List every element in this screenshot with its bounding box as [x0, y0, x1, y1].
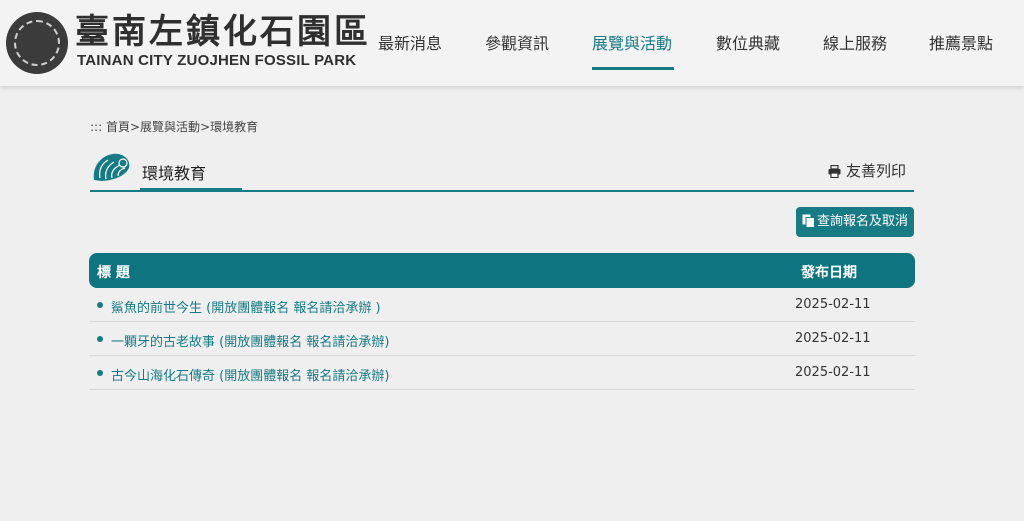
site-header: 臺南左鎮化石園區 TAINAN CITY ZUOJHEN FOSSIL PARK…	[0, 0, 1024, 86]
table-header: 標 題 發布日期	[89, 253, 915, 288]
row-title-link[interactable]: 一顆牙的古老故事 (開放團體報名 報名請洽承辦)	[111, 331, 389, 350]
bullet-icon	[97, 302, 103, 308]
copy-icon	[802, 214, 815, 228]
section-header: 環境教育 友善列印	[90, 148, 914, 193]
breadcrumb-marker: :::	[90, 120, 103, 134]
bullet-icon	[97, 336, 103, 342]
site-name-zh[interactable]: 臺南左鎮化石園區	[75, 12, 371, 52]
row-date: 2025-02-11	[795, 297, 871, 312]
breadcrumb-home[interactable]: 首頁	[106, 120, 130, 134]
table-row: 一顆牙的古老故事 (開放團體報名 報名請洽承辦) 2025-02-11	[89, 322, 915, 356]
column-header-date: 發布日期	[801, 265, 857, 281]
breadcrumb-separator: >	[129, 120, 141, 134]
row-date: 2025-02-11	[795, 331, 871, 346]
breadcrumb-exhibitions[interactable]: 展覽與活動	[140, 120, 200, 134]
table-row: 古今山海化石傳奇 (開放團體報名 報名請洽承辦) 2025-02-11	[89, 356, 915, 390]
logo-emblem-icon[interactable]	[6, 12, 68, 74]
row-date: 2025-02-11	[795, 365, 871, 380]
column-header-title: 標 題	[97, 265, 130, 281]
printer-icon	[828, 164, 841, 179]
breadcrumb-separator: >	[200, 120, 211, 134]
section-divider	[90, 190, 914, 192]
nav-active-indicator	[592, 67, 674, 70]
nav-item-online-services[interactable]: 線上服務	[823, 30, 887, 54]
breadcrumb-current[interactable]: 環境教育	[210, 120, 258, 134]
shell-icon	[93, 153, 130, 181]
nav-item-digital-archive[interactable]: 數位典藏	[716, 30, 780, 54]
site-name-en[interactable]: TAINAN CITY ZUOJHEN FOSSIL PARK	[77, 52, 356, 69]
nav-item-visit-info[interactable]: 參觀資訊	[485, 30, 549, 54]
query-registration-button[interactable]: 查詢報名及取消	[796, 207, 914, 237]
breadcrumb: ::: 首頁>展覽與活動>環境教育	[90, 118, 258, 135]
query-button-label: 查詢報名及取消	[816, 214, 908, 229]
row-title-link[interactable]: 古今山海化石傳奇 (開放團體報名 報名請洽承辦)	[111, 365, 389, 384]
print-button[interactable]: 友善列印	[828, 160, 906, 181]
table-row: 鯊魚的前世今生 (開放團體報名 報名請洽承辦 ) 2025-02-11	[89, 288, 915, 322]
row-title-link[interactable]: 鯊魚的前世今生 (開放團體報名 報名請洽承辦 )	[111, 297, 381, 316]
nav-item-news[interactable]: 最新消息	[378, 30, 442, 54]
bullet-icon	[97, 370, 103, 376]
print-label: 友善列印	[845, 162, 906, 180]
announcement-table: 標 題 發布日期 鯊魚的前世今生 (開放團體報名 報名請洽承辦 ) 2025-0…	[89, 253, 915, 390]
nav-item-exhibitions[interactable]: 展覽與活動	[592, 30, 672, 54]
page-title: 環境教育	[142, 164, 207, 183]
nav-item-attractions[interactable]: 推薦景點	[929, 30, 993, 54]
